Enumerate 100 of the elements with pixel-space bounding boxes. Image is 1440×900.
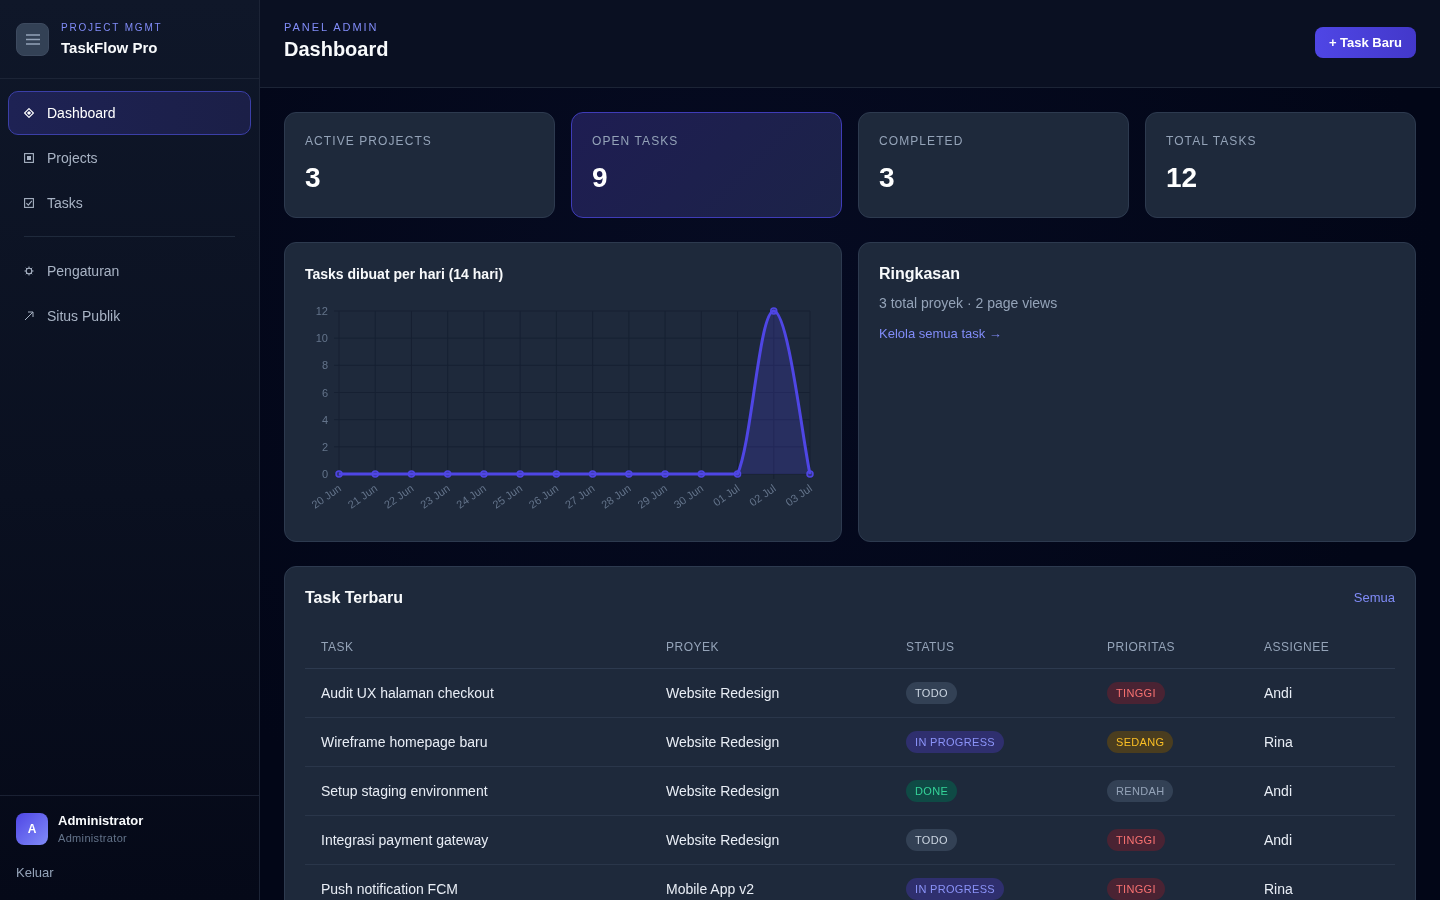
task-name: Audit UX halaman checkout (321, 685, 494, 701)
assignee-name: Andi (1264, 783, 1293, 799)
nav-item[interactable]: Pengaturan (8, 249, 251, 293)
stat-label: COMPLETED (879, 133, 965, 149)
square-icon (24, 153, 34, 163)
priority-badge: TINGGI (1107, 682, 1165, 704)
stat-label: TOTAL TASKS (1166, 133, 1258, 149)
x-tick-label: 26 Jun (526, 481, 561, 511)
y-tick-label: 10 (315, 332, 328, 345)
data-point (770, 307, 778, 315)
project-name: Mobile App v2 (666, 881, 754, 897)
data-point (661, 470, 669, 478)
assignee-name: Andi (1264, 832, 1293, 848)
y-tick-label: 12 (315, 305, 328, 317)
summary-text: 3 total proyek · 2 page views (879, 294, 1059, 313)
priority-badge: TINGGI (1107, 829, 1165, 851)
y-tick-label: 8 (321, 359, 328, 372)
project-name: Website Redesign (666, 734, 780, 750)
data-point (371, 470, 379, 478)
x-tick-label: 23 Jun (417, 481, 452, 511)
x-tick-label: 02 Jul (747, 481, 778, 509)
stat-value: 12 (1166, 161, 1199, 195)
project-name: Website Redesign (666, 783, 780, 799)
x-tick-label: 01 Jul (710, 481, 742, 509)
x-tick-label: 20 Jun (309, 481, 344, 511)
status-badge: IN PROGRESS (906, 878, 1005, 900)
column-header: STATUS (906, 639, 955, 654)
x-tick-label: 29 Jun (635, 481, 670, 511)
x-tick-label: 28 Jun (599, 481, 633, 511)
y-tick-label: 6 (321, 386, 328, 399)
priority-badge: TINGGI (1107, 878, 1165, 900)
nav-item[interactable]: Dashboard (8, 91, 251, 135)
data-point (443, 470, 452, 478)
y-tick-label: 2 (321, 440, 328, 453)
menu-icon (25, 33, 40, 45)
stat-label: OPEN TASKS (592, 133, 680, 149)
priority-badge: SEDANG (1107, 731, 1174, 753)
x-tick-label: 24 Jun (454, 481, 489, 511)
data-point (588, 470, 597, 478)
view-all-link[interactable]: Semua (1353, 589, 1395, 607)
stat-value: 9 (592, 161, 609, 195)
data-point (697, 470, 706, 478)
data-point (407, 470, 416, 478)
data-point (552, 470, 561, 478)
project-name: Website Redesign (666, 685, 780, 701)
x-tick-label: 27 Jun (562, 481, 597, 511)
nav-item[interactable]: Projects (8, 136, 251, 180)
checkbox-icon (24, 198, 34, 208)
brand-eyebrow: PROJECT MGMT (61, 21, 163, 35)
user-name: Administrator (58, 813, 144, 829)
user-role: Administrator (58, 831, 129, 845)
data-point (480, 470, 488, 478)
column-header: PROYEK (666, 639, 719, 654)
task-name: Integrasi payment gateway (321, 832, 489, 848)
recent-tasks-title: Task Terbaru (305, 588, 404, 608)
task-name: Push notification FCM (321, 881, 458, 897)
column-header: PRIORITAS (1107, 639, 1176, 654)
summary-title: Ringkasan (879, 264, 961, 284)
nav-item[interactable]: Tasks (8, 181, 251, 225)
y-tick-label: 0 (321, 468, 328, 480)
assignee-name: Andi (1264, 685, 1293, 701)
status-badge: TODO (906, 682, 957, 704)
data-point (806, 470, 814, 478)
logout-link[interactable]: Keluar (16, 865, 54, 881)
arrow-icon (24, 311, 34, 321)
data-point (516, 470, 524, 478)
x-tick-label: 25 Jun (490, 481, 525, 511)
chart-title: Tasks dibuat per hari (14 hari) (305, 265, 505, 284)
task-name: Setup staging environment (321, 783, 488, 799)
priority-badge: RENDAH (1107, 780, 1174, 802)
assignee-name: Rina (1264, 881, 1293, 897)
status-badge: IN PROGRESS (906, 731, 1005, 753)
user-avatar: A (16, 813, 48, 845)
menu-button[interactable] (16, 22, 49, 56)
x-tick-label: 21 Jun (345, 481, 380, 511)
data-point (733, 470, 742, 478)
stat-value: 3 (305, 161, 322, 195)
brand-name: TaskFlow Pro (61, 39, 159, 57)
nav-item[interactable]: Situs Publik (8, 294, 251, 338)
status-badge: DONE (906, 780, 958, 802)
y-tick-label: 4 (321, 413, 328, 426)
x-tick-label: 03 Jul (783, 481, 815, 509)
page-eyebrow: PANEL ADMIN (284, 20, 380, 34)
data-point (625, 470, 633, 478)
task-name: Wireframe homepage baru (321, 734, 488, 750)
manage-tasks-link[interactable]: Kelola semua task → (879, 325, 1002, 343)
gear-icon (24, 266, 34, 276)
x-tick-label: 22 Jun (381, 481, 416, 511)
column-header: ASSIGNEE (1264, 639, 1330, 654)
assignee-name: Rina (1264, 734, 1293, 750)
stat-label: ACTIVE PROJECTS (305, 133, 433, 149)
new-task-button[interactable]: + Task Baru (1314, 27, 1416, 58)
diamond-icon (24, 108, 34, 118)
status-badge: TODO (906, 829, 957, 851)
project-name: Website Redesign (666, 832, 780, 848)
data-point (335, 470, 343, 478)
page-title: Dashboard (284, 37, 389, 62)
column-header: TASK (321, 639, 354, 654)
x-tick-label: 30 Jun (671, 481, 706, 511)
stat-value: 3 (879, 161, 896, 195)
